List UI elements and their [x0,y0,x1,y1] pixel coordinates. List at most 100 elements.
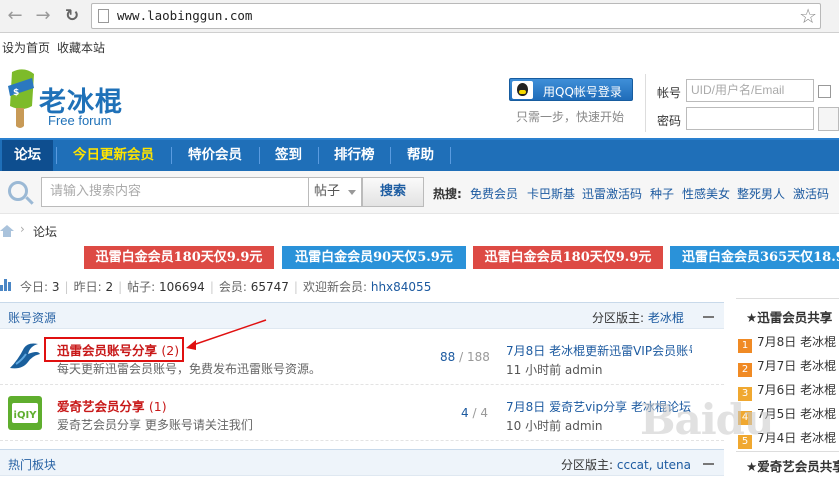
category-title[interactable]: 热门板块 [8,456,56,473]
qq-login-label: 用QQ帐号登录 [543,85,622,99]
bookmark-star-icon[interactable]: ☆ [799,4,817,28]
password-input[interactable] [686,107,814,130]
account-label: 帐号 [657,86,682,100]
forum-threads: 4 [461,406,469,420]
forum-description: 爱奇艺会员分享 更多账号请关注我们 [57,418,253,432]
baidu-watermark: Baidu [640,395,775,444]
forum-new-count: (1) [148,399,167,414]
forum-thread-stats: 4 / 4 [461,406,488,420]
svg-text:iQIY: iQIY [14,410,38,421]
home-icon[interactable] [0,225,14,237]
moderator-link[interactable]: 老冰棍 [648,311,684,325]
stats-today: 3 [51,280,60,294]
search-input[interactable]: 请输入搜索内容 [41,177,309,207]
collapse-icon[interactable] [703,463,714,465]
nav-forum[interactable]: 论坛 [2,140,53,171]
password-label: 密码 [657,114,682,128]
rank-badge: 1 [738,339,752,353]
rank-badge: 2 [738,363,752,377]
nav-today-members[interactable]: 今日更新会员 [61,140,166,171]
forum-posts: 4 [480,406,488,420]
forward-icon[interactable]: → [31,4,55,28]
ad-banner[interactable]: 迅雷白金会员180天仅9.9元 [473,246,663,269]
search-button[interactable]: 搜索 [362,177,424,207]
nav-divider [259,147,260,164]
forum-last-post-time: 11 小时前 admin [506,363,603,377]
stats-today-label: 今日: [20,280,49,294]
search-icon [8,181,28,201]
hot-search-link[interactable]: 种子 [650,185,674,202]
hot-search-link[interactable]: 激活码 [793,185,829,202]
newest-member-link[interactable]: hhx84055 [371,280,432,294]
qq-login-button[interactable]: 用QQ帐号登录 [509,78,633,101]
breadcrumb-separator: › [20,222,25,236]
category-header: 热门板块 分区版主: cccat, utena [0,449,724,476]
forum-stats: 今日: 3 | 昨日: 2 | 帖子: 106694 | 会员: 65747 | 欢迎新会员: … [20,280,432,294]
ad-banner[interactable]: 迅雷白金会员180天仅9.9元 [84,246,274,269]
hot-search-link[interactable]: 性感美女 [682,185,730,202]
reload-icon[interactable]: ↻ [60,4,84,28]
search-type-select[interactable]: 帖子 [309,177,362,207]
forum-last-post-link[interactable]: 7月8日 老冰棍更新迅雷VIP会员账号 [506,342,692,359]
sidebar-item-text: 7月7日 老冰棍 [757,359,837,373]
hot-search-link[interactable]: 卡巴斯基 [527,185,575,202]
collapse-icon[interactable] [703,316,714,318]
main-nav: 论坛 今日更新会员 特价会员 签到 排行榜 帮助 [0,138,839,171]
back-icon[interactable]: ← [3,4,27,28]
sidebar-divider [736,298,839,299]
category-moderators: 分区版主: cccat, utena [561,456,691,473]
forum-name-text: 爱奇艺会员分享 [57,399,145,414]
forum-row: iQIY 爱奇艺会员分享 (1) 爱奇艺会员分享 更多账号请关注我们 4 / 4… [0,386,724,441]
hot-search-link[interactable]: 免费会员 [470,185,518,202]
stats-members: 65747 [250,280,289,294]
moderator-label: 分区版主: [561,458,614,472]
sidebar-item[interactable]: 2 7月7日 老冰棍 [738,357,836,377]
search-bar: 请输入搜索内容 帖子 搜索 热搜: 免费会员 卡巴斯基 迅雷激活码 种子 性感美… [0,171,839,214]
sidebar: ★迅雷会员共享 1 7月8日 老冰棍 2 7月7日 老冰棍 3 7月6日 老冰棍 47… [736,298,839,478]
nav-divider [390,147,391,164]
stats-posts: 106694 [159,280,205,294]
category-title[interactable]: 账号资源 [8,309,56,326]
nav-signin[interactable]: 签到 [263,140,314,171]
ad-banner[interactable]: 迅雷白金会员365天仅18.9元 [670,246,839,269]
category-moderators: 分区版主: 老冰棍 [592,309,684,326]
url-text: www.laobinggun.com [117,8,253,23]
account-input[interactable]: UID/用户名/Email [686,79,814,102]
browser-toolbar: ← → ↻ www.laobinggun.com ☆ [0,0,839,33]
breadcrumb-current[interactable]: 论坛 [33,223,57,240]
xunlei-bird-icon [10,343,40,369]
login-divider [645,74,646,132]
sidebar-title[interactable]: ★爱奇艺会员共享 [746,456,839,475]
iqiyi-icon: iQIY [8,396,42,430]
stats-yesterday-label: 昨日: [73,280,102,294]
forum-name[interactable]: 爱奇艺会员分享 (1) [57,396,167,415]
nav-special-members[interactable]: 特价会员 [176,140,254,171]
address-bar[interactable]: www.laobinggun.com ☆ [91,3,821,29]
login-button[interactable] [818,107,839,131]
moderator-link[interactable]: cccat, utena [617,458,691,472]
nav-divider [450,147,451,164]
site-logo[interactable]: $ 老冰棍 Free forum [2,66,132,130]
qq-penguin-icon [512,81,533,99]
bookmark-site-link[interactable]: 收藏本站 [57,39,105,56]
page-icon [98,9,109,23]
nav-ranking[interactable]: 排行榜 [322,140,387,171]
nav-divider [171,147,172,164]
forum-posts: 188 [466,350,490,364]
chevron-down-icon [348,190,356,195]
ad-banner[interactable]: 迅雷白金会员90天仅5.9元 [282,246,466,269]
hot-search-link[interactable]: 迅雷激活码 [582,185,642,202]
popsicle-logo-icon: $ [8,69,34,128]
hot-search-link[interactable]: 整死男人 [737,185,785,202]
set-homepage-link[interactable]: 设为首页 [2,39,50,56]
remember-checkbox[interactable] [818,85,831,98]
search-type-value: 帖子 [314,184,341,199]
stats-yesterday: 2 [105,280,114,294]
nav-divider [56,147,57,164]
sidebar-item[interactable]: 1 7月8日 老冰棍 [738,333,836,353]
stats-members-label: 会员: [218,280,247,294]
nav-divider [318,147,319,164]
nav-help[interactable]: 帮助 [395,140,446,171]
stats-posts-label: 帖子: [127,280,156,294]
sidebar-title[interactable]: ★迅雷会员共享 [746,307,832,326]
